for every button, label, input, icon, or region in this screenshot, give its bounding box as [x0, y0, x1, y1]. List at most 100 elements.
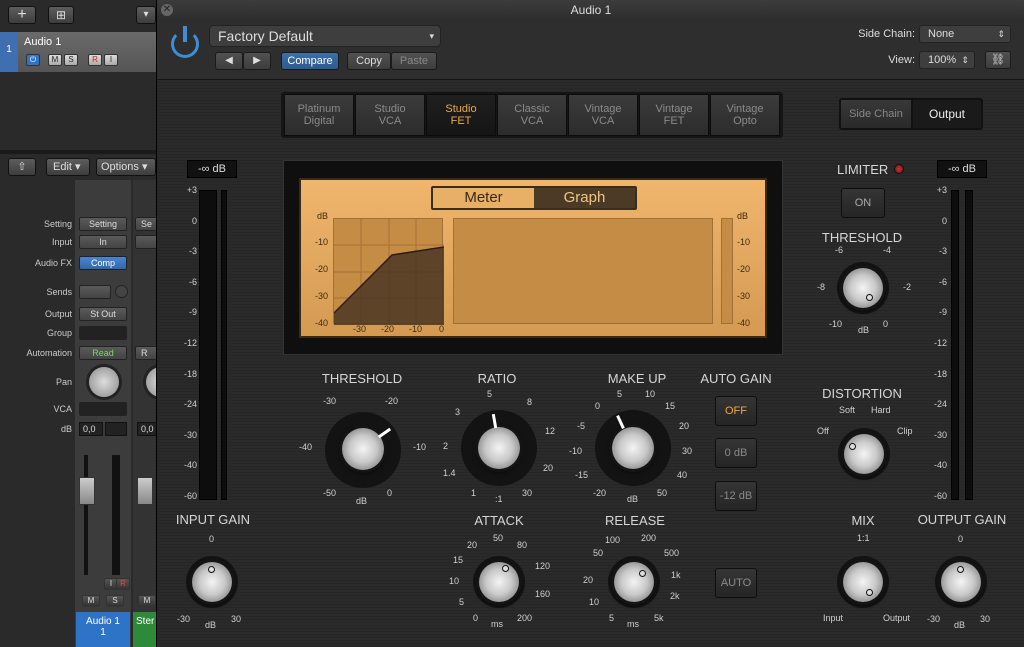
output-tab[interactable]: Output [913, 100, 981, 128]
makeup-tick: 50 [657, 488, 668, 498]
audio-fx-label: Audio FX [34, 258, 72, 268]
attack-tick: 5 [459, 597, 465, 607]
model-label: Vintage [726, 103, 764, 115]
options-menu[interactable]: Options ▾ [96, 158, 156, 176]
auto-gain-0db-button[interactable]: 0 dB [715, 438, 757, 468]
up-arrow-icon[interactable]: ⇧ [8, 158, 36, 176]
mix-knob[interactable] [843, 562, 883, 602]
window-titlebar: ✕ Audio 1 [157, 0, 1024, 20]
channel-name-tab[interactable]: Audio 1 1 [76, 612, 130, 647]
record-button[interactable]: R [88, 54, 102, 66]
limiter-threshold-unit: dB [858, 325, 870, 335]
meter-scale-tick: -60 [933, 491, 947, 501]
meter-tab[interactable]: Meter [433, 188, 534, 208]
output-level-readout: -∞ dB [937, 160, 987, 178]
group-slot[interactable] [79, 326, 127, 340]
output-slot[interactable]: St Out [79, 307, 127, 321]
output-gain-label: OUTPUT GAIN [917, 512, 1007, 527]
model-label: Platinum [297, 103, 341, 115]
track-menu-button[interactable]: ▾ [136, 6, 156, 24]
compare-button[interactable]: Compare [281, 52, 339, 70]
model-vintage-opto[interactable]: Vintage Opto [710, 94, 780, 136]
graph-y-tick: -30 [315, 291, 329, 301]
release-knob[interactable] [614, 562, 654, 602]
compressor-plugin-window: ✕ Audio 1 Factory Default ▾ ◀ ▶ Compare … [156, 0, 1024, 647]
mute-button-3[interactable]: M [138, 595, 156, 607]
automation-mode[interactable]: Read [79, 346, 127, 360]
auto-gain-off-button[interactable]: OFF [715, 396, 757, 426]
volume-fader[interactable] [79, 477, 95, 505]
limiter-threshold-label: THRESHOLD [821, 230, 903, 245]
meter-scale-tick: -60 [183, 491, 197, 501]
mute-button-2[interactable]: M [82, 595, 100, 607]
audio-fx-slot[interactable]: Comp [79, 256, 127, 270]
side-chain-select[interactable]: None ⇕ [919, 25, 1011, 43]
side-chain-tab[interactable]: Side Chain [841, 100, 911, 128]
view-zoom-select[interactable]: 100% ⇕ [919, 51, 975, 69]
model-vintage-fet[interactable]: Vintage FET [639, 94, 709, 136]
limiter-on-button[interactable]: ON [841, 188, 885, 218]
model-platinum-digital[interactable]: Platinum Digital [284, 94, 354, 136]
power-icon[interactable]: ⏻ [26, 54, 40, 66]
input-gain-tick: -30 [177, 614, 191, 624]
ratio-tick: 1.4 [443, 468, 456, 478]
input-monitor-button[interactable]: I [104, 54, 118, 66]
release-unit: ms [627, 619, 639, 629]
stepper-icon: ⇕ [997, 29, 1005, 39]
input-slot[interactable]: In [79, 235, 127, 249]
send-knob[interactable] [115, 285, 128, 298]
graph-x-tick: -10 [409, 324, 423, 334]
auto-gain-minus12-button[interactable]: -12 dB [715, 481, 757, 511]
model-studio-vca[interactable]: Studio VCA [355, 94, 425, 136]
input-gain-tick: 0 [209, 534, 215, 544]
close-icon[interactable]: ✕ [161, 4, 173, 16]
release-tick: 100 [605, 535, 621, 545]
model-classic-vca[interactable]: Classic VCA [497, 94, 567, 136]
limiter-threshold-knob[interactable] [843, 268, 883, 308]
ratio-tick: 5 [487, 389, 493, 399]
edit-menu-label: Edit [53, 161, 72, 173]
meter-scale-tick: -40 [183, 460, 197, 471]
stepper-icon: ⇕ [961, 55, 969, 65]
distortion-knob[interactable] [844, 434, 884, 474]
solo-button[interactable]: S [64, 54, 78, 66]
model-studio-fet[interactable]: Studio FET [426, 94, 496, 136]
paste-button[interactable]: Paste [391, 52, 437, 70]
release-tick: 20 [583, 575, 594, 585]
auto-release-button[interactable]: AUTO [715, 568, 757, 598]
add-folder-button[interactable]: ⊞ [48, 6, 74, 24]
meter-scale-tick: +3 [186, 185, 197, 195]
model-vintage-vca[interactable]: Vintage VCA [568, 94, 638, 136]
input-level-meter-left [199, 190, 217, 500]
threshold-unit: dB [356, 496, 368, 506]
preset-name: Factory Default [218, 28, 313, 44]
graph-tab[interactable]: Graph [534, 188, 635, 208]
pan-knob[interactable] [89, 367, 119, 397]
ratio-tick: 30 [522, 488, 533, 498]
model-label: Studio [374, 103, 406, 115]
add-track-button[interactable]: + [8, 6, 36, 24]
solo-button-2[interactable]: S [106, 595, 124, 607]
view-zoom-value: 100% [928, 54, 957, 66]
setting-slot[interactable]: Setting [79, 217, 127, 231]
attack-knob[interactable] [479, 562, 519, 602]
power-icon-stem [183, 26, 187, 42]
next-preset-button[interactable]: ▶ [243, 52, 271, 70]
threshold-tick: -30 [323, 396, 337, 406]
output-gain-indicator [957, 566, 964, 573]
rec-arm-button[interactable]: R [116, 578, 130, 590]
link-icon[interactable]: ⛓ [985, 51, 1011, 69]
sends-slot[interactable] [79, 285, 111, 299]
makeup-tick: 40 [677, 470, 688, 480]
sends-label: Sends [46, 287, 72, 297]
previous-preset-button[interactable]: ◀ [215, 52, 243, 70]
edit-menu[interactable]: Edit ▾ [46, 158, 90, 176]
vca-slot[interactable] [79, 402, 127, 416]
volume-fader-2[interactable] [137, 477, 153, 505]
ratio-knob[interactable] [478, 427, 520, 469]
mute-button[interactable]: M [48, 54, 62, 66]
preset-menu[interactable]: Factory Default ▾ [209, 25, 441, 47]
makeup-knob[interactable] [612, 427, 654, 469]
copy-button[interactable]: Copy [347, 52, 391, 70]
track-name[interactable]: Audio 1 [24, 36, 61, 48]
